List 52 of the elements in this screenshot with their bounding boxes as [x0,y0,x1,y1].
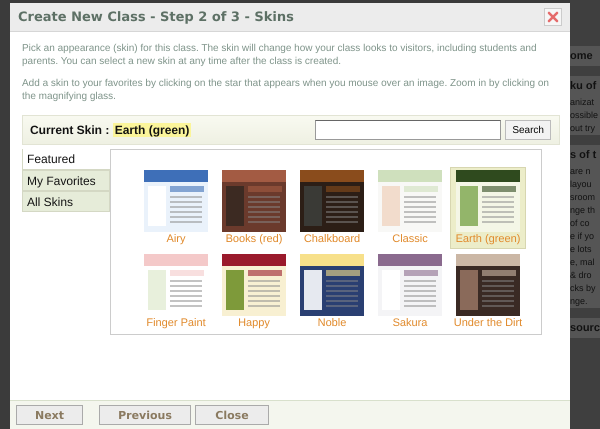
skin-preview-thumbnail [456,170,520,232]
skin-option[interactable]: Sakura [372,251,448,333]
search-field[interactable] [315,120,502,140]
skin-option[interactable]: Noble [294,251,370,333]
skin-preview-thumbnail [300,170,364,232]
current-skin-value: Earth (green) [112,123,192,137]
skin-category-tab[interactable]: Featured [22,149,110,170]
skin-preview-thumbnail [378,254,442,316]
background-text: ku of [570,76,600,96]
background-text: sourc [570,318,600,338]
skin-category-tab[interactable]: All Skins [22,191,110,212]
skin-option[interactable]: Classic [372,167,448,249]
skin-preview-thumbnail [222,170,286,232]
skin-preview-thumbnail [144,170,208,232]
skin-option[interactable]: Happy [216,251,292,333]
intro-text: Pick an appearance (skin) for this class. The skin will change how your class looks to visitors, including students and parents. You can select a new skin at any time after the class is created. [22,42,538,68]
background-text: e, mal [570,256,600,269]
skin-preview-thumbnail [222,254,286,316]
background-text: e if yo [570,230,600,243]
skin-preview-thumbnail [378,170,442,232]
footer-button[interactable]: Close [195,405,269,425]
skin-option[interactable]: Chalkboard [294,167,370,249]
background-text: anizat [570,96,600,109]
background-text: out try [570,122,600,135]
background-text: of co [570,217,600,230]
skin-preview-thumbnail [300,254,364,316]
hint-text: Add a skin to your favorites by clicking on the star that appears when you mouse over an image. Zoom in by clicking on the magnifying glass. [22,77,550,103]
background-text: & dro [570,269,600,282]
background-text: layou [570,178,600,191]
dialog-title: Create New Class - Step 2 of 3 - Skins [18,10,294,24]
skin-category-tab[interactable]: My Favorites [22,170,110,191]
skin-option[interactable]: Finger Paint [138,251,214,333]
skin-preview-thumbnail [456,254,520,316]
background-text: are n [570,165,600,178]
close-icon [547,11,559,23]
background-text: nge. [570,295,600,308]
skin-option[interactable]: Earth (green) [450,167,526,249]
background-text: cks by [570,282,600,295]
background-text: e lots [570,243,600,256]
skin-option[interactable]: Books (red) [216,167,292,249]
skin-option[interactable]: Under the Dirt [450,251,526,333]
footer-button[interactable]: Previous [99,405,191,425]
background-text: s of t [570,145,600,165]
background-text: ossible [570,109,600,122]
footer-button[interactable]: Next [16,405,83,425]
background-text: nge th [570,204,600,217]
current-skin-label: Current Skin : [30,123,110,137]
background-text: sroom [570,191,600,204]
skin-option[interactable]: Airy [138,167,214,249]
search-button[interactable]: Search [505,120,551,140]
background-text: ome [570,46,600,66]
close-button[interactable] [544,8,562,26]
